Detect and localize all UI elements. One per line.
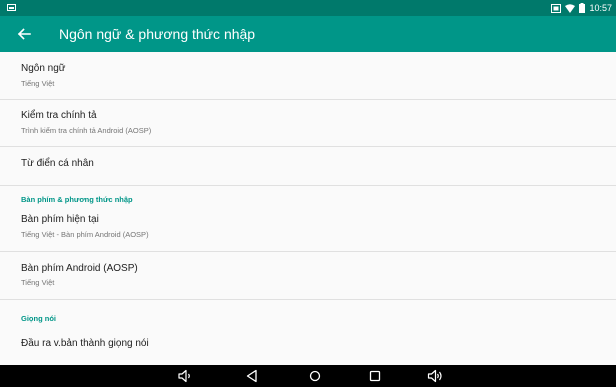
android-keyboard-subtitle: Tiếng Việt: [21, 278, 55, 287]
language-subtitle: Tiếng Việt: [21, 79, 55, 88]
current-keyboard-subtitle: Tiếng Việt - Bàn phím Android (AOSP): [21, 230, 149, 239]
page-title: Ngôn ngữ & phương thức nhập: [59, 26, 256, 42]
android-keyboard-title: Bàn phím Android (AOSP): [21, 263, 138, 274]
tts-output-item[interactable]: Đầu ra v.bản thành giọng nói: [0, 328, 616, 365]
app-bar: Ngôn ngữ & phương thức nhập: [0, 16, 616, 52]
back-icon: [244, 368, 260, 384]
status-bar: 10:57: [0, 0, 616, 16]
navigation-bar: [0, 365, 616, 387]
current-keyboard-title: Bàn phím hiện tại: [21, 214, 99, 225]
language-item[interactable]: Ngôn ngữ Tiếng Việt: [0, 52, 616, 99]
volume-down-icon: [177, 368, 193, 384]
spell-check-title: Kiểm tra chính tả: [21, 110, 97, 121]
back-button[interactable]: [14, 24, 34, 44]
image-icon: [7, 4, 16, 11]
spell-check-subtitle: Trình kiểm tra chính tả Android (AOSP): [21, 126, 152, 135]
status-time: 10:57: [589, 3, 612, 13]
volume-up-icon: [427, 368, 443, 384]
battery-icon: [579, 3, 586, 13]
current-keyboard-item[interactable]: Bàn phím hiện tại Tiếng Việt - Bàn phím …: [0, 208, 616, 251]
back-nav-button[interactable]: [244, 368, 260, 384]
spell-check-item[interactable]: Kiểm tra chính tả Trình kiểm tra chính t…: [0, 100, 616, 146]
language-title: Ngôn ngữ: [21, 63, 66, 74]
home-button[interactable]: [307, 368, 323, 384]
recents-icon: [367, 368, 383, 384]
wifi-icon: [565, 3, 576, 13]
personal-dictionary-item[interactable]: Từ điển cá nhân: [0, 147, 616, 185]
recents-button[interactable]: [367, 368, 383, 384]
volume-up-button[interactable]: [427, 368, 443, 384]
divider: [0, 185, 616, 186]
cast-icon: [551, 3, 562, 13]
android-keyboard-item[interactable]: Bàn phím Android (AOSP) Tiếng Việt: [0, 252, 616, 299]
tts-output-title: Đầu ra v.bản thành giọng nói: [21, 338, 149, 349]
home-icon: [307, 368, 323, 384]
arrow-back-icon: [14, 24, 34, 44]
section-header-speech: Giọng nói: [21, 314, 56, 323]
settings-list: Ngôn ngữ Tiếng Việt Kiểm tra chính tả Tr…: [0, 52, 616, 365]
volume-down-button[interactable]: [177, 368, 193, 384]
section-header-keyboard: Bàn phím & phương thức nhập: [21, 195, 133, 204]
status-icons: 10:57: [551, 2, 612, 14]
personal-dictionary-title: Từ điển cá nhân: [21, 158, 94, 169]
divider: [0, 299, 616, 300]
